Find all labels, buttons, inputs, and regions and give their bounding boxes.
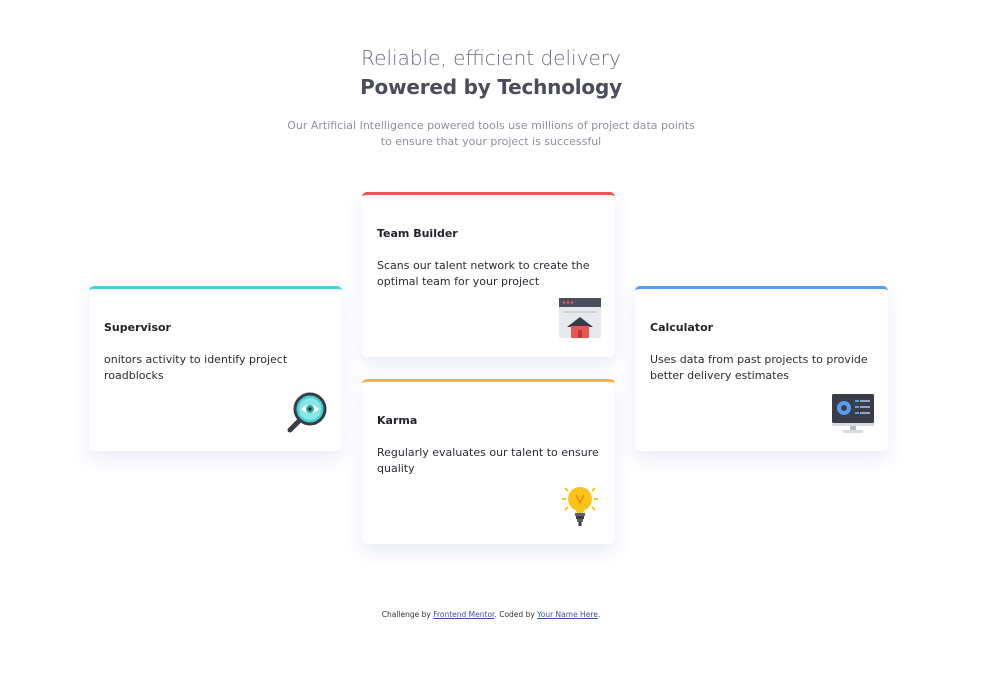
frontend-mentor-link[interactable]: Frontend Mentor	[433, 610, 494, 619]
lightbulb-icon	[557, 483, 603, 529]
monitor-chart-icon	[830, 390, 876, 436]
page-title: Powered by Technology	[360, 75, 622, 99]
card-description: Regularly evaluates our talent to ensure…	[377, 446, 599, 475]
card-karma: Karma Regularly evaluates our talent to …	[362, 379, 615, 544]
card-team-builder: Team Builder Scans our talent network to…	[362, 192, 615, 357]
card-title: Calculator	[650, 321, 714, 334]
card-title: Team Builder	[377, 227, 458, 240]
intro-text: Our Artificial Intelligence powered tool…	[287, 119, 695, 148]
card-description: Scans our talent network to create the o…	[377, 259, 590, 288]
header-subtitle: Reliable, efficient delivery	[361, 46, 621, 70]
card-description: Uses data from past projects to provide …	[650, 353, 868, 382]
magnifier-eye-icon	[284, 390, 330, 436]
browser-home-icon	[557, 296, 603, 342]
author-link[interactable]: Your Name Here	[537, 610, 598, 619]
attribution-suffix: .	[597, 610, 601, 619]
attribution-middle: . Coded by	[494, 610, 538, 619]
attribution-prefix: Challenge by	[381, 610, 434, 619]
card-description: onitors activity to identify project roa…	[104, 353, 288, 382]
page: Reliable, efficient delivery Powered by …	[0, 0, 982, 682]
attribution: Challenge by Frontend Mentor. Coded by Y…	[0, 610, 982, 619]
card-title: Supervisor	[104, 321, 171, 334]
card-title: Karma	[377, 414, 418, 427]
card-supervisor: Supervisor onitors activity to identify …	[89, 286, 342, 451]
card-calculator: Calculator Uses data from past projects …	[635, 286, 888, 451]
